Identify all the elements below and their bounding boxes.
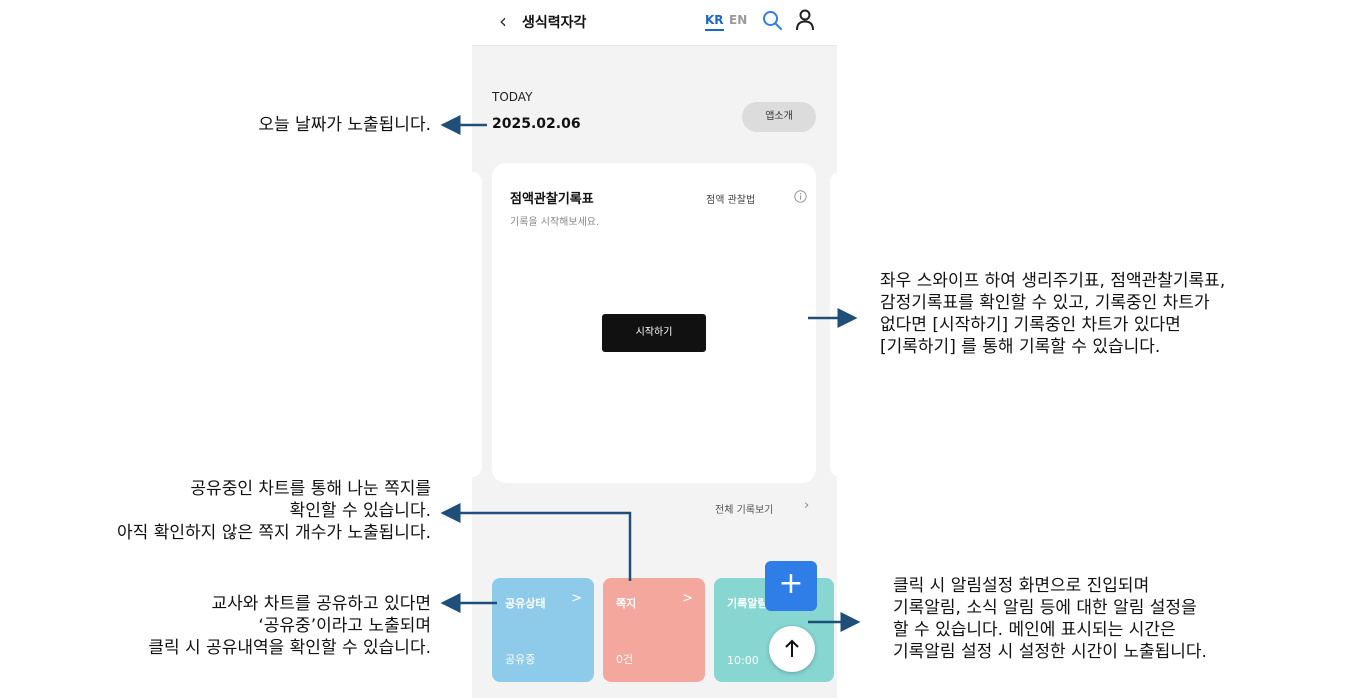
arrow-note [440,503,632,581]
stage: ‹ 생식력자각 KR EN TODAY 2025.02.06 앱소개 점액관찰기… [0,0,1365,698]
annotation-arrows [440,115,861,632]
